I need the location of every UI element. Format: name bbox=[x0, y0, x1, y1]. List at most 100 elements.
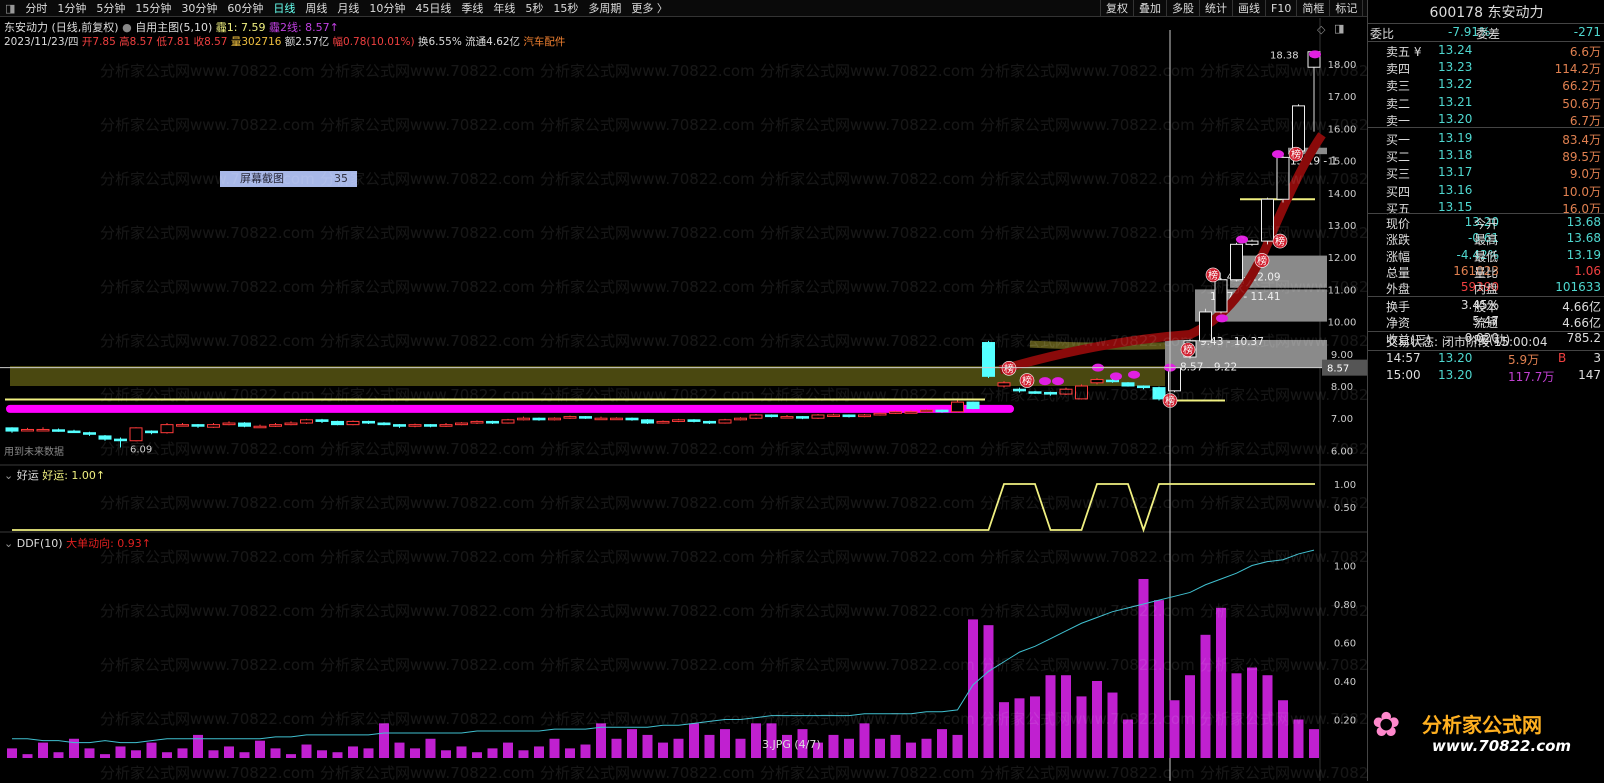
candle-body bbox=[904, 411, 918, 414]
candle bbox=[749, 414, 763, 419]
candle-body bbox=[315, 419, 329, 422]
candle bbox=[1307, 51, 1321, 132]
bar-turnover: 换6.55% bbox=[417, 36, 462, 48]
ddf-bar bbox=[983, 625, 994, 758]
bid-row: 买一 13.19 83.4万 bbox=[1368, 131, 1604, 148]
signal-dot bbox=[1216, 314, 1228, 323]
y-tick-label: 16.00 bbox=[1328, 124, 1357, 135]
level-label: 卖二 bbox=[1386, 96, 1411, 111]
ddf-bar bbox=[224, 746, 234, 758]
candle-body bbox=[734, 417, 747, 421]
line1-value: 霾1: 7.59 bbox=[215, 21, 266, 34]
screenshot-label-text: 屏幕截图 bbox=[240, 172, 284, 185]
candle-body bbox=[1028, 391, 1042, 394]
ddf-bar bbox=[379, 723, 389, 758]
ddf-bar bbox=[22, 754, 33, 758]
ddf-bar bbox=[410, 748, 420, 758]
candle-body bbox=[672, 419, 685, 422]
low-price-label: 6.09 bbox=[130, 444, 152, 455]
ddf-bar bbox=[270, 748, 281, 758]
y-tick-label: 11.00 bbox=[1328, 285, 1357, 296]
candle-body bbox=[331, 420, 344, 426]
candle bbox=[21, 427, 34, 432]
candle-body bbox=[935, 409, 949, 413]
collapse-icon[interactable]: ⌄ bbox=[4, 537, 13, 550]
ddf-bar bbox=[968, 619, 978, 758]
stat-row: 现价 13.20 今开 13.68 bbox=[1368, 215, 1604, 232]
y-tick-label: 18.00 bbox=[1328, 60, 1357, 71]
candle-body bbox=[176, 424, 189, 427]
signal-dot bbox=[1309, 50, 1321, 59]
indicator-name[interactable]: 自用主图(5,10) bbox=[135, 21, 212, 34]
weicha-label: 委差 bbox=[1476, 27, 1501, 41]
panel3-y-tick: 0.40 bbox=[1334, 677, 1356, 688]
ddf-bar bbox=[1138, 578, 1149, 758]
y-tick-label: 6.00 bbox=[1331, 446, 1353, 457]
screenshot-label: 屏幕截图 35 bbox=[220, 171, 357, 187]
bang-marker-text: 榜 bbox=[1275, 235, 1285, 248]
ask-row: 卖四 13.23 114.2万 bbox=[1368, 60, 1604, 77]
bar-sector[interactable]: 汽车配件 bbox=[523, 36, 565, 48]
candle-body bbox=[501, 419, 515, 424]
ddf-bar bbox=[1154, 600, 1164, 758]
ddf-bar bbox=[146, 742, 157, 758]
candle-body bbox=[780, 416, 794, 419]
settings-icon[interactable]: ● bbox=[122, 21, 132, 34]
ddf-bar bbox=[348, 746, 358, 758]
candle bbox=[129, 427, 143, 442]
candle-body bbox=[439, 424, 453, 427]
bang-marker-text: 榜 bbox=[1208, 269, 1218, 282]
ddf-bar bbox=[1185, 675, 1195, 758]
level-price: 13.23 bbox=[1438, 60, 1473, 75]
candle-body bbox=[811, 414, 825, 419]
candle-body bbox=[610, 417, 623, 421]
candle-body bbox=[160, 424, 174, 434]
stat-label: 涨跌 bbox=[1386, 233, 1411, 248]
candle-body bbox=[470, 420, 484, 424]
kline-chart[interactable]: 18.0017.0016.0015.0014.0013.0012.0011.00… bbox=[0, 0, 1367, 781]
panel2-y-tick: 0.50 bbox=[1334, 503, 1356, 514]
ddf-bar bbox=[611, 738, 622, 758]
y-tick-label: 17.00 bbox=[1328, 92, 1357, 103]
ddf-bar bbox=[1231, 673, 1242, 758]
y-tick-label: 9.00 bbox=[1331, 350, 1353, 361]
candle-body bbox=[594, 417, 608, 421]
level-label: 买四 bbox=[1386, 184, 1411, 199]
ddf-bar bbox=[627, 729, 637, 758]
stat-label: 量比 bbox=[1474, 265, 1499, 280]
level-price: 13.22 bbox=[1438, 77, 1473, 92]
ddf-bar bbox=[534, 746, 544, 758]
candle bbox=[269, 423, 282, 427]
y-tick-label: 14.00 bbox=[1328, 189, 1357, 200]
panel3-name[interactable]: DDF(10) bbox=[17, 537, 63, 550]
candle-body bbox=[269, 424, 282, 427]
bar-open: 开7.85 bbox=[81, 36, 116, 48]
level-label: 卖三 bbox=[1386, 79, 1411, 94]
bang-marker: 榜 bbox=[1019, 373, 1035, 388]
stat-value: 4.66亿 bbox=[1562, 316, 1601, 331]
level-price: 13.18 bbox=[1438, 148, 1473, 163]
candle bbox=[718, 418, 732, 424]
ddf-bar bbox=[1030, 696, 1040, 758]
collapse-icon[interactable]: ⌄ bbox=[4, 469, 13, 482]
candle-body bbox=[300, 419, 313, 424]
candle-body bbox=[21, 428, 34, 432]
bang-marker-text: 榜 bbox=[1291, 148, 1301, 161]
candle-body bbox=[1137, 385, 1150, 389]
candle bbox=[377, 422, 391, 426]
candle-body bbox=[145, 430, 158, 434]
panel2-name[interactable]: 好运 bbox=[17, 469, 39, 482]
bang-marker-text: 榜 bbox=[1257, 254, 1267, 267]
level-label: 买一 bbox=[1386, 133, 1411, 147]
diamond-icon[interactable]: ◇ bbox=[1317, 23, 1325, 36]
panel-toggle-icon[interactable]: ◨ bbox=[1334, 22, 1344, 35]
candle bbox=[1276, 155, 1290, 203]
stat-value: 4.66亿 bbox=[1562, 300, 1601, 314]
candle bbox=[1261, 197, 1274, 245]
candle-body bbox=[625, 417, 639, 421]
candle bbox=[36, 427, 50, 432]
candle-body bbox=[873, 412, 887, 416]
ddf-bar bbox=[735, 738, 746, 758]
candle bbox=[873, 412, 887, 416]
ddf-bar bbox=[565, 748, 575, 758]
